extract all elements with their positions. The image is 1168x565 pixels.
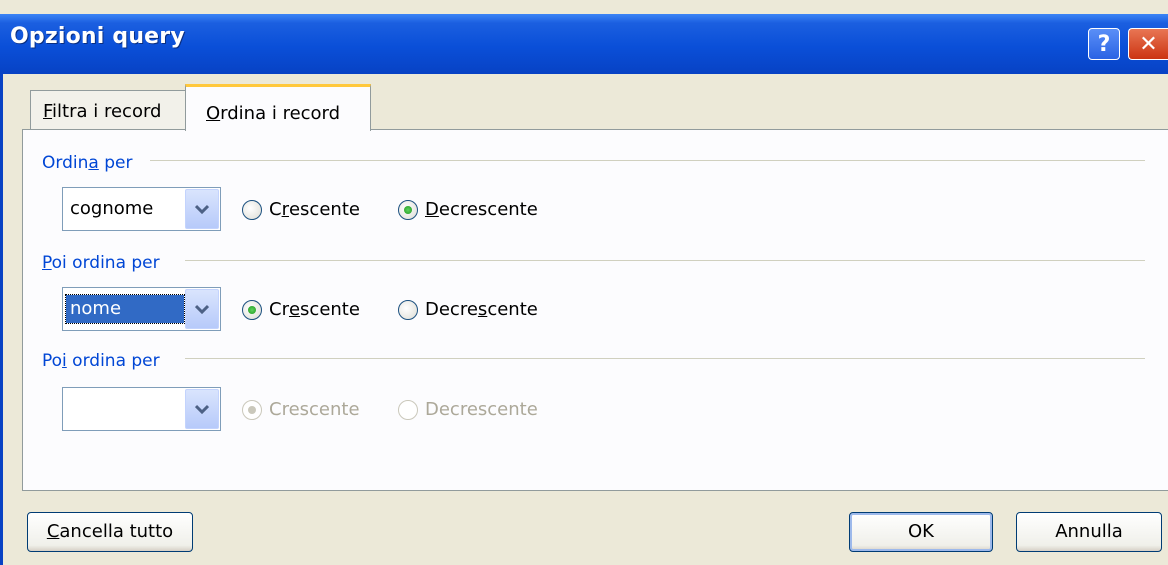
group-divider bbox=[185, 358, 1145, 359]
title-bar[interactable]: Opzioni query ? ✕ bbox=[0, 14, 1168, 74]
sort-by-label: Ordina per bbox=[42, 153, 143, 173]
sort-3-descending-radio: Decrescente bbox=[398, 399, 538, 420]
sort-1-descending-radio[interactable]: Decrescente bbox=[398, 199, 538, 220]
group-divider bbox=[150, 160, 1145, 161]
sort-3-ascending-radio: Crescente bbox=[242, 399, 360, 420]
chevron-down-icon bbox=[195, 304, 209, 315]
tab-filter-records[interactable]: Filtra i record bbox=[30, 90, 186, 130]
sort-field-3-value bbox=[66, 395, 74, 423]
sort-1-ascending-radio[interactable]: Cr escente bbox=[242, 199, 360, 220]
sort-field-3-combobox[interactable] bbox=[62, 387, 221, 431]
group-divider bbox=[185, 260, 1145, 261]
ok-button[interactable]: OK bbox=[849, 512, 993, 552]
sort-2-ascending-radio[interactable]: Cr e scente bbox=[242, 299, 360, 320]
sort-field-2-value: nome bbox=[65, 294, 185, 324]
dropdown-arrow-button[interactable] bbox=[185, 189, 219, 229]
radio-icon bbox=[242, 199, 262, 220]
dropdown-arrow-button[interactable] bbox=[185, 289, 219, 329]
cancel-button[interactable]: Annulla bbox=[1016, 512, 1162, 552]
radio-icon bbox=[398, 399, 418, 420]
sort-field-1-value: cognome bbox=[70, 198, 154, 219]
help-button[interactable]: ? bbox=[1088, 28, 1120, 60]
chevron-down-icon bbox=[195, 404, 209, 415]
sort-field-2-combobox[interactable]: nome bbox=[62, 287, 221, 331]
radio-selected-icon bbox=[242, 299, 262, 320]
clear-all-button[interactable]: Cancella tutto bbox=[27, 512, 193, 552]
then-sort-by-label-2: Poi ordina per bbox=[42, 351, 170, 371]
dropdown-arrow-button[interactable] bbox=[185, 389, 219, 429]
then-sort-by-label-1: Poi ordina per bbox=[42, 253, 170, 273]
query-options-dialog: Opzioni query ? ✕ Filtra i record Ordina… bbox=[0, 0, 1168, 565]
chevron-down-icon bbox=[195, 204, 209, 215]
close-button[interactable]: ✕ bbox=[1128, 28, 1168, 60]
sort-field-1-combobox[interactable]: cognome bbox=[62, 187, 221, 231]
radio-selected-icon bbox=[398, 199, 418, 220]
radio-icon bbox=[398, 299, 418, 320]
radio-selected-icon bbox=[242, 399, 262, 420]
sort-2-descending-radio[interactable]: Decre s cente bbox=[398, 299, 538, 320]
tab-sort-records[interactable]: Ordina i record bbox=[185, 84, 371, 131]
window-title: Opzioni query bbox=[10, 24, 185, 49]
